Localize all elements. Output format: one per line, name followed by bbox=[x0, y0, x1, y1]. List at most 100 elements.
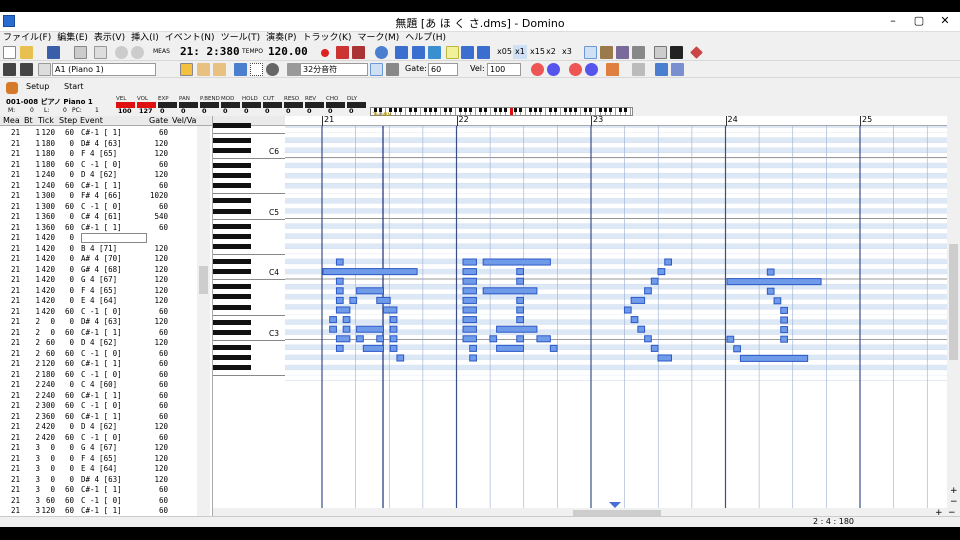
black-key[interactable] bbox=[213, 183, 251, 189]
note[interactable] bbox=[322, 268, 418, 276]
snap-icon[interactable] bbox=[671, 63, 684, 76]
note[interactable] bbox=[623, 306, 632, 314]
mini-black-key[interactable] bbox=[449, 108, 452, 112]
note[interactable] bbox=[389, 335, 398, 343]
note[interactable] bbox=[335, 258, 344, 266]
note[interactable] bbox=[780, 335, 788, 343]
black-key[interactable] bbox=[213, 284, 251, 290]
piano-keyboard[interactable]: C6 C5 C4 C3 bbox=[213, 116, 285, 508]
note[interactable] bbox=[349, 296, 358, 304]
table-row[interactable]: 21 1 300 0 F# 4 [66] 1020 bbox=[0, 191, 197, 202]
table-row[interactable]: 21 2 0 60 C#-1 [ 1] 60 bbox=[0, 328, 197, 339]
black-key[interactable] bbox=[213, 137, 251, 143]
table-row[interactable]: 21 1 420 0 G# 4 [68] 120 bbox=[0, 265, 197, 276]
zoom-minus-icon[interactable]: − bbox=[950, 497, 958, 507]
table-row[interactable]: 21 1 300 60 C -1 [ 0] 60 bbox=[0, 202, 197, 213]
close-button[interactable]: ✕ bbox=[932, 12, 958, 32]
mini-black-key[interactable] bbox=[484, 108, 487, 112]
track-up-icon[interactable] bbox=[3, 63, 16, 76]
table-row[interactable]: 21 2 240 60 C#-1 [ 1] 60 bbox=[0, 391, 197, 402]
note[interactable] bbox=[376, 296, 391, 304]
note[interactable] bbox=[462, 296, 477, 304]
note[interactable] bbox=[650, 344, 659, 352]
loop-icon[interactable] bbox=[375, 46, 388, 59]
note[interactable] bbox=[356, 325, 384, 333]
menu-edit[interactable]: 編集(E) bbox=[54, 32, 91, 45]
note[interactable] bbox=[739, 354, 809, 362]
table-row[interactable]: 21 1 180 0 D# 4 [63] 120 bbox=[0, 139, 197, 150]
mini-black-key[interactable] bbox=[464, 108, 467, 112]
note[interactable] bbox=[726, 278, 822, 286]
properties-icon[interactable] bbox=[94, 46, 107, 59]
menu-tools[interactable]: ツール(T) bbox=[218, 32, 264, 45]
col-mea[interactable]: Mea bbox=[3, 116, 20, 126]
maximize-button[interactable]: ▢ bbox=[906, 12, 932, 32]
table-row[interactable]: 21 1 240 60 C#-1 [ 1] 60 bbox=[0, 181, 197, 192]
table-row[interactable]: 21 1 420 0 bbox=[0, 233, 197, 244]
mini-black-key[interactable] bbox=[429, 108, 432, 112]
col-bt[interactable]: Bt bbox=[24, 116, 33, 126]
note[interactable] bbox=[496, 344, 524, 352]
new-file-icon[interactable] bbox=[3, 46, 16, 59]
mini-black-key[interactable] bbox=[534, 108, 537, 112]
redo-icon[interactable] bbox=[131, 46, 144, 59]
speed-x1-button[interactable]: x1 bbox=[513, 45, 527, 59]
table-row[interactable]: 21 1 420 0 A# 4 [70] 120 bbox=[0, 254, 197, 265]
metronome-icon[interactable] bbox=[352, 46, 365, 59]
mini-black-key[interactable] bbox=[529, 108, 532, 112]
tab-setup[interactable]: Setup bbox=[26, 80, 49, 94]
table-row[interactable]: 21 3 0 0 E 4 [64] 120 bbox=[0, 464, 197, 475]
minimize-button[interactable]: – bbox=[880, 12, 906, 32]
list-view-icon[interactable] bbox=[600, 46, 613, 59]
mini-black-key[interactable] bbox=[494, 108, 497, 112]
mini-black-key[interactable] bbox=[554, 108, 557, 112]
note[interactable] bbox=[376, 335, 384, 343]
mini-black-key[interactable] bbox=[519, 108, 522, 112]
staff-view-icon[interactable] bbox=[616, 46, 629, 59]
black-key[interactable] bbox=[213, 243, 251, 249]
track-select[interactable]: A1 (Piano 1) bbox=[52, 63, 156, 76]
mini-black-key[interactable] bbox=[424, 108, 427, 112]
mini-black-key[interactable] bbox=[569, 108, 572, 112]
col-event[interactable]: Event bbox=[80, 116, 103, 126]
mini-black-key[interactable] bbox=[459, 108, 462, 112]
note[interactable] bbox=[329, 316, 337, 324]
note[interactable] bbox=[489, 335, 498, 343]
play-icon[interactable] bbox=[446, 46, 459, 59]
black-key[interactable] bbox=[213, 233, 251, 239]
select-tool-icon[interactable] bbox=[250, 63, 263, 76]
zoom-plus-icon[interactable]: + bbox=[950, 486, 958, 496]
black-key[interactable] bbox=[213, 259, 251, 265]
rewind-icon[interactable] bbox=[412, 46, 425, 59]
table-row[interactable]: 21 2 360 60 C#-1 [ 1] 60 bbox=[0, 412, 197, 423]
note[interactable] bbox=[335, 287, 344, 295]
black-key[interactable] bbox=[213, 122, 251, 128]
stop-icon[interactable] bbox=[428, 46, 441, 59]
note[interactable] bbox=[462, 258, 477, 266]
note[interactable] bbox=[389, 325, 398, 333]
scroll-thumb[interactable] bbox=[199, 266, 208, 294]
mini-black-key[interactable] bbox=[414, 108, 417, 112]
menu-file[interactable]: ファイル(F) bbox=[0, 32, 54, 45]
note[interactable] bbox=[389, 316, 398, 324]
note[interactable] bbox=[780, 316, 788, 324]
triplet-icon[interactable] bbox=[386, 63, 399, 76]
table-row[interactable]: 21 2 240 0 C 4 [60] 60 bbox=[0, 380, 197, 391]
note[interactable] bbox=[335, 335, 351, 343]
table-row[interactable]: 21 1 120 60 C#-1 [ 1] 60 bbox=[0, 128, 197, 139]
mini-black-key[interactable] bbox=[504, 108, 507, 112]
table-row[interactable]: 21 1 360 0 C# 4 [61] 540 bbox=[0, 212, 197, 223]
note[interactable] bbox=[516, 268, 524, 276]
table-row[interactable]: 21 3 60 60 C -1 [ 0] 60 bbox=[0, 496, 197, 507]
table-row[interactable]: 21 2 420 0 D 4 [62] 120 bbox=[0, 422, 197, 433]
note[interactable] bbox=[664, 258, 672, 266]
roll-vertical-scrollbar[interactable]: + − bbox=[947, 116, 960, 508]
event-list-scrollbar[interactable] bbox=[197, 126, 210, 516]
note[interactable] bbox=[644, 335, 652, 343]
note[interactable] bbox=[335, 296, 344, 304]
table-row[interactable]: 21 1 420 0 B 4 [71] 120 bbox=[0, 244, 197, 255]
gate-input[interactable]: 60 bbox=[428, 63, 458, 76]
mini-black-key[interactable] bbox=[409, 108, 412, 112]
note[interactable] bbox=[630, 316, 639, 324]
black-key[interactable] bbox=[213, 147, 251, 153]
